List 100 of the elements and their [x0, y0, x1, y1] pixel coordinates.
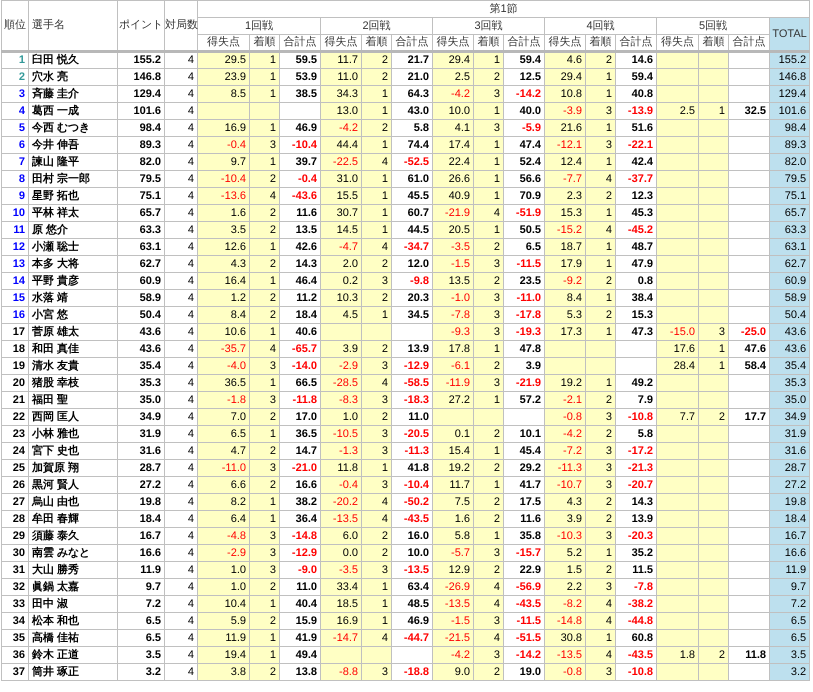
subtotal-value: 7.9 [638, 394, 653, 406]
total-value: 65.7 [784, 206, 806, 218]
placing-value: 3 [606, 580, 612, 592]
score-value: 29.5 [224, 54, 246, 66]
placing-value: 4 [382, 240, 388, 252]
placing-value: 1 [606, 292, 612, 304]
placing-value: 2 [382, 342, 388, 354]
games-count: 4 [188, 172, 194, 184]
subtotal-value: 34.5 [408, 308, 429, 320]
points-value: 89.3 [140, 138, 161, 150]
subtotal-value: 5.8 [414, 122, 429, 134]
points-value: 63.3 [140, 224, 161, 236]
score-value: -3.9 [563, 104, 582, 116]
player-name: 田中 淑 [32, 598, 68, 610]
placing-value: 3 [494, 614, 500, 626]
score-value: 2.5 [454, 70, 470, 82]
games-count: 4 [188, 156, 194, 168]
score-value: -0.4 [227, 138, 246, 150]
total-value: 62.7 [784, 258, 806, 270]
subtotal-value: 47.4 [520, 138, 541, 150]
subtotal-value: -45.2 [628, 224, 653, 236]
points-value: 11.9 [140, 564, 161, 576]
subtotal-value: 23.5 [520, 274, 541, 286]
score-value: -14.7 [332, 632, 358, 644]
score-value: -4.7 [339, 240, 358, 252]
rank-number: 34 [12, 614, 25, 626]
placing-value: 2 [270, 614, 276, 626]
score-value: -11.0 [222, 462, 246, 474]
placing-value: 3 [382, 394, 388, 406]
games-count: 4 [188, 88, 194, 100]
games-count: 4 [188, 666, 194, 678]
subtotal-value: -5.9 [522, 122, 541, 134]
placing-value: 2 [606, 428, 612, 440]
rank-number: 18 [12, 342, 25, 354]
placing-value: 1 [382, 224, 388, 236]
placing-value: 1 [494, 394, 500, 406]
score-value: 3.8 [230, 666, 246, 678]
score-value: 16.4 [224, 274, 246, 286]
total-value: 101.6 [778, 104, 806, 116]
score-value: 10.6 [224, 326, 246, 338]
subtotal-value: 16.6 [296, 478, 317, 490]
player-name: 猪股 幸枝 [32, 376, 80, 388]
rank-number: 19 [12, 360, 25, 372]
games-count: 4 [188, 410, 194, 422]
rank-number: 7 [18, 156, 25, 168]
player-name: 筒井 琢正 [32, 666, 80, 678]
subtotal-value: 36.5 [296, 428, 317, 440]
placing-value: 1 [270, 496, 276, 508]
total-value: 98.4 [784, 122, 806, 134]
subtotal-value: 41.7 [520, 478, 541, 490]
total-value: 155.2 [778, 54, 806, 66]
score-value: 19.2 [560, 376, 582, 388]
score-value: 1.2 [230, 292, 246, 304]
placing-value: 3 [270, 394, 276, 406]
placing-value: 1 [606, 326, 612, 338]
points-value: 62.7 [140, 258, 161, 270]
column-header: 得失点 [661, 36, 694, 48]
subtotal-value: 59.4 [632, 70, 653, 82]
games-count: 4 [188, 54, 194, 66]
subtotal-value: 16.0 [408, 530, 429, 542]
score-value: 10.8 [560, 88, 582, 100]
total-value: 3.2 [790, 666, 806, 678]
games-count: 4 [188, 376, 194, 388]
subtotal-value: 48.5 [408, 598, 429, 610]
subtotal-value: -10.8 [628, 666, 653, 678]
subtotal-value: 13.9 [408, 342, 429, 354]
subtotal-value: -20.5 [404, 428, 429, 440]
score-value: 10.0 [448, 104, 470, 116]
column-header: 対局数 [165, 19, 198, 31]
score-value: 4.6 [566, 54, 582, 66]
subtotal-value: 21.0 [408, 70, 429, 82]
points-value: 75.1 [140, 190, 161, 202]
score-value: -22.5 [332, 156, 358, 168]
score-value: 27.2 [448, 394, 470, 406]
score-value: -1.3 [339, 444, 358, 456]
total-value: 43.6 [784, 342, 806, 354]
placing-value: 1 [494, 156, 500, 168]
placing-value: 2 [270, 206, 276, 218]
score-value: -13.5 [444, 598, 470, 610]
score-value: 22.4 [448, 156, 470, 168]
score-value: -8.3 [339, 394, 358, 406]
total-value: 34.9 [784, 410, 806, 422]
score-value: 20.5 [448, 224, 470, 236]
score-value: 1.6 [230, 206, 246, 218]
points-value: 6.5 [146, 632, 161, 644]
score-value: 14.5 [336, 224, 358, 236]
score-value: 33.4 [336, 580, 358, 592]
placing-value: 1 [270, 428, 276, 440]
score-value: -13.5 [556, 648, 582, 660]
score-value: 44.4 [336, 138, 358, 150]
points-value: 3.2 [146, 666, 161, 678]
column-header: 得失点 [548, 36, 582, 48]
placing-value: 2 [270, 258, 276, 270]
rank-number: 22 [12, 410, 25, 422]
points-value: 65.7 [140, 206, 161, 218]
subtotal-value: 56.6 [520, 172, 541, 184]
subtotal-value: 13.5 [296, 224, 317, 236]
placing-value: 3 [382, 360, 388, 372]
score-value: 4.1 [454, 122, 470, 134]
subtotal-value: -11.5 [516, 258, 541, 270]
